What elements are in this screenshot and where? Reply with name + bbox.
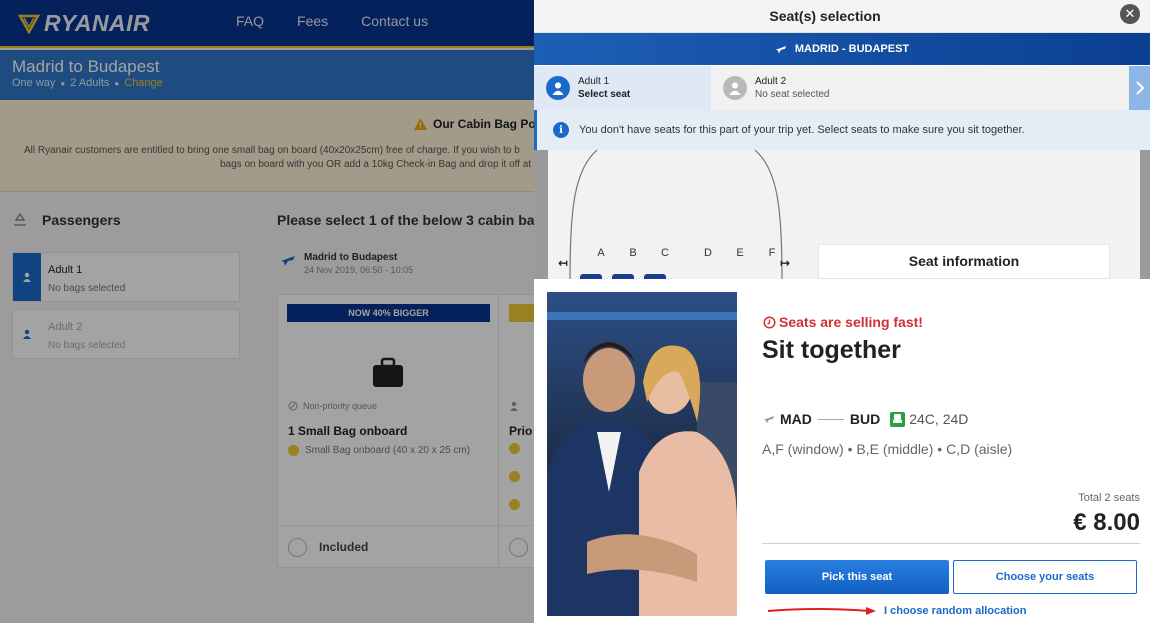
seat-column-label: E bbox=[736, 247, 744, 259]
chevron-right-icon bbox=[1135, 81, 1144, 95]
seat-information-box: Seat information bbox=[818, 244, 1110, 279]
total-seats-label: Total 2 seats bbox=[1078, 492, 1140, 504]
tab-passenger-name: Adult 1 bbox=[578, 76, 610, 87]
next-passenger-button[interactable] bbox=[1129, 66, 1150, 110]
panel-title: Seat(s) selection bbox=[769, 8, 881, 24]
tab-passenger-name: Adult 2 bbox=[755, 76, 787, 87]
urgency-message: Seats are selling fast! bbox=[763, 314, 923, 330]
clock-icon bbox=[763, 315, 776, 329]
route-label: MADRID - BUDAPEST bbox=[794, 43, 910, 55]
seat-position-legend: A,F (window) • B,E (middle) • C,D (aisle… bbox=[762, 441, 1013, 457]
tab-adult-2[interactable]: Adult 2 No seat selected bbox=[711, 66, 1129, 110]
seat-column-label: D bbox=[704, 247, 712, 259]
destination-code: BUD bbox=[849, 411, 881, 427]
exit-right-icon: ↦ bbox=[780, 256, 791, 270]
seat-map[interactable]: A B C D E F ↤ ↦ Seat information bbox=[534, 150, 1150, 279]
seat-icon bbox=[890, 411, 906, 427]
user-icon bbox=[552, 82, 564, 95]
info-message-bar: i You don't have seats for this part of … bbox=[534, 110, 1150, 150]
user-icon bbox=[729, 82, 741, 95]
choose-your-seats-button[interactable]: Choose your seats bbox=[953, 560, 1137, 594]
dialog-title: Sit together bbox=[762, 336, 901, 364]
route-strip: MADRID - BUDAPEST bbox=[534, 33, 1150, 65]
divider bbox=[762, 543, 1140, 544]
route-line bbox=[817, 418, 844, 420]
tab-seat-status: No seat selected bbox=[755, 89, 830, 100]
plane-icon bbox=[775, 46, 787, 54]
couple-photo bbox=[547, 292, 737, 616]
random-allocation-link[interactable]: I choose random allocation bbox=[884, 605, 1026, 617]
pick-this-seat-button[interactable]: Pick this seat bbox=[765, 560, 949, 594]
exit-left-icon: ↤ bbox=[558, 256, 569, 270]
seat-column-label: A bbox=[597, 247, 605, 259]
tab-adult-1[interactable]: Adult 1 Select seat bbox=[534, 66, 711, 110]
info-message: You don't have seats for this part of yo… bbox=[579, 124, 1025, 136]
tab-seat-status: Select seat bbox=[578, 89, 631, 100]
seat-column-labels: A B C D E F bbox=[585, 247, 788, 259]
red-arrow-annotation bbox=[767, 607, 876, 615]
seat-column-label: C bbox=[661, 247, 669, 259]
origin-code: MAD bbox=[780, 411, 812, 427]
total-price: € 8.00 bbox=[1073, 509, 1140, 536]
trip-seat-summary: MAD BUD 24C, 24D bbox=[762, 411, 968, 427]
close-button[interactable]: ✕ bbox=[1120, 4, 1140, 24]
close-icon: ✕ bbox=[1124, 6, 1136, 21]
assigned-seats: 24C, 24D bbox=[909, 411, 969, 427]
avatar bbox=[723, 76, 747, 100]
seat-column-label: B bbox=[629, 247, 637, 259]
urgency-text: Seats are selling fast! bbox=[779, 314, 923, 330]
passenger-tabs: Adult 1 Select seat Adult 2 No seat sele… bbox=[534, 66, 1150, 110]
plane-icon bbox=[763, 416, 775, 424]
sit-together-dialog: Seats are selling fast! Sit together MAD… bbox=[534, 279, 1150, 623]
avatar bbox=[546, 76, 570, 100]
panel-header: Seat(s) selection ✕ bbox=[534, 0, 1150, 33]
info-icon: i bbox=[553, 122, 569, 138]
